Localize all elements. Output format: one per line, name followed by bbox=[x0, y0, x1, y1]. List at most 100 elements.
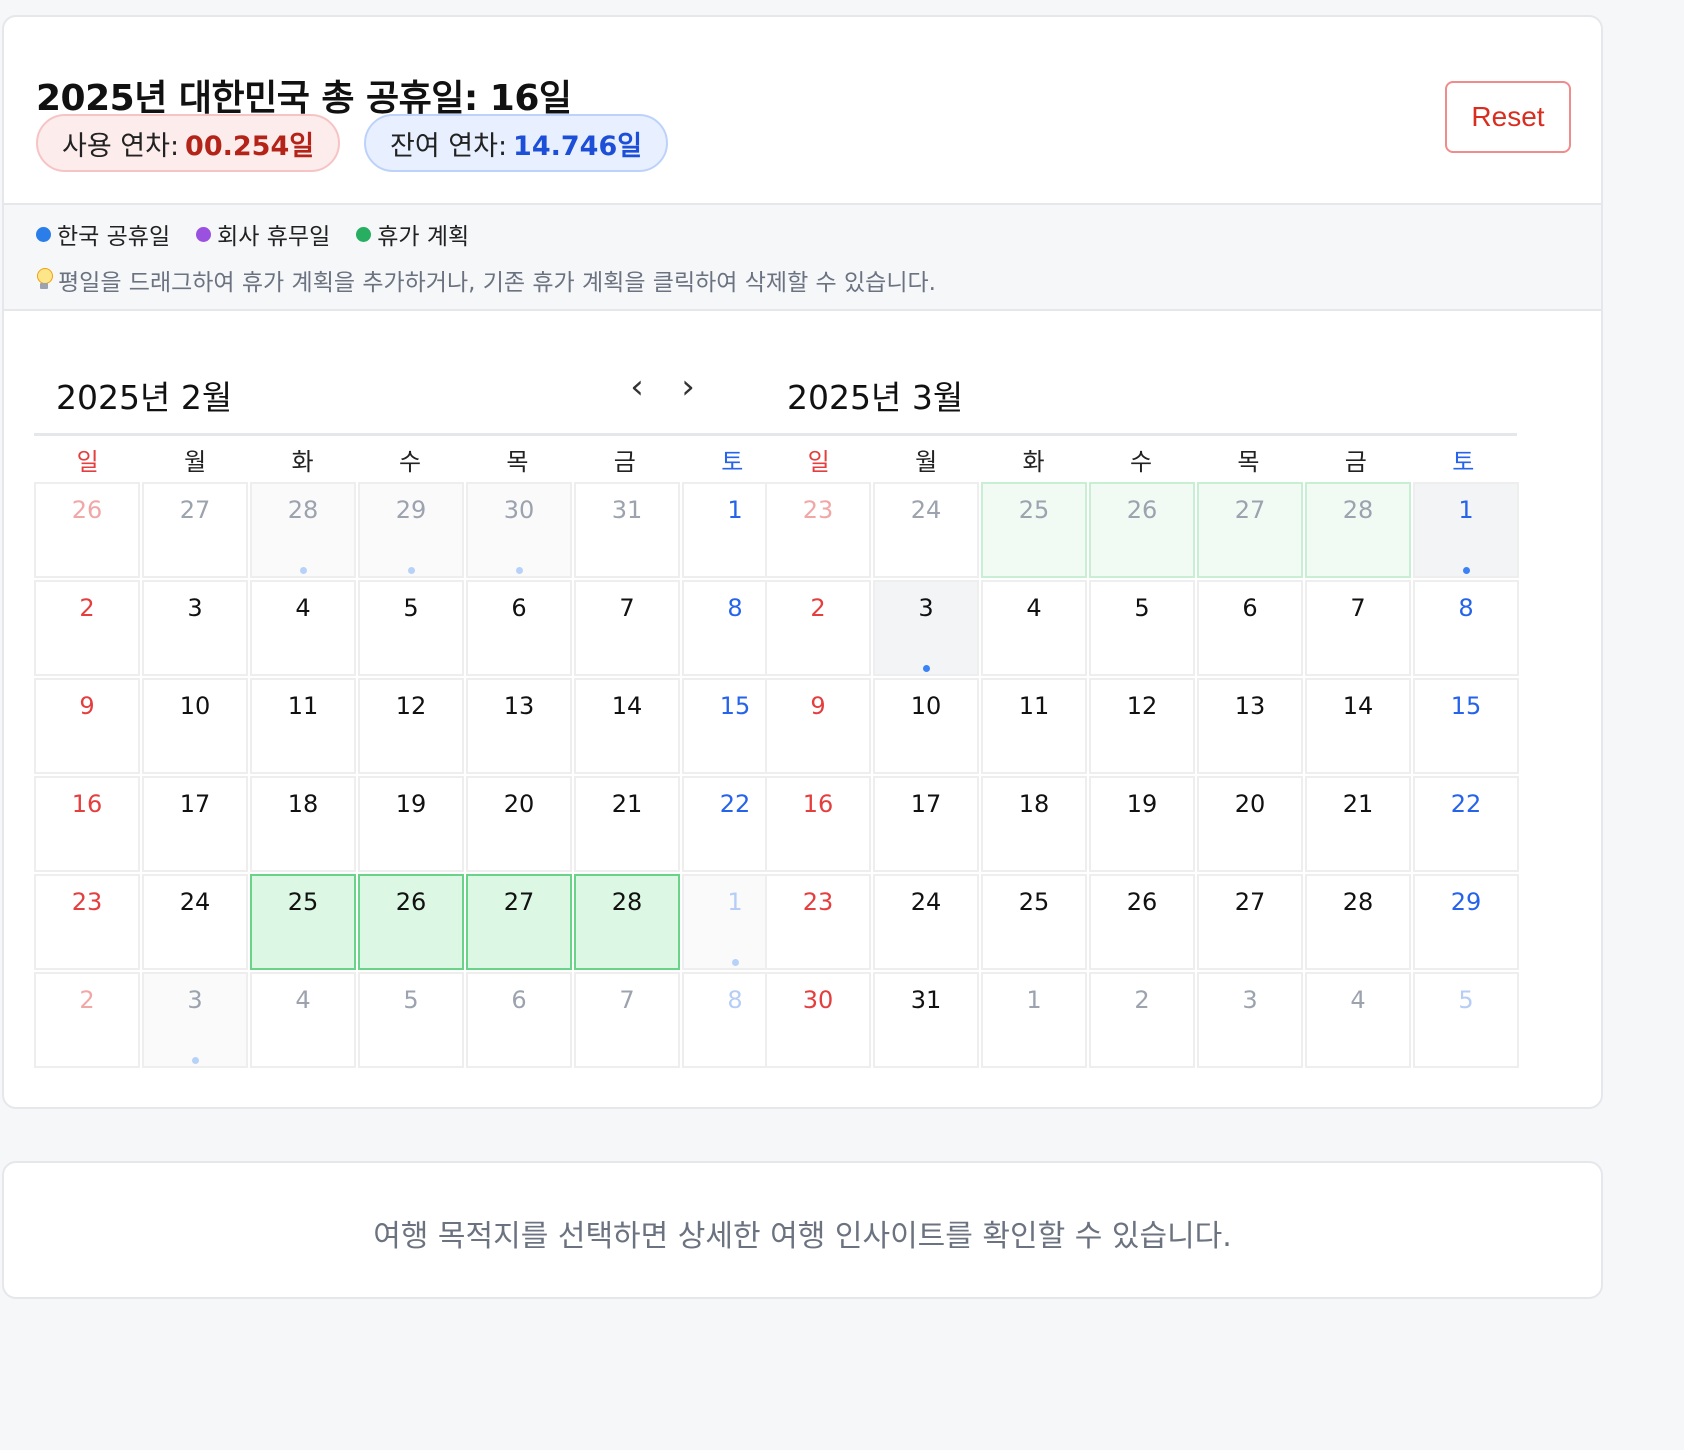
calendar-day-cell[interactable]: 3 bbox=[142, 972, 248, 1068]
day-number: 3 bbox=[918, 594, 934, 622]
calendar-day-cell[interactable]: 14 bbox=[574, 678, 680, 774]
calendar-day-cell[interactable]: 15 bbox=[1413, 678, 1519, 774]
calendar-day-cell[interactable]: 10 bbox=[873, 678, 979, 774]
calendar-day-cell[interactable]: 26 bbox=[358, 874, 464, 970]
day-number: 21 bbox=[611, 790, 643, 818]
calendar-day-cell[interactable]: 1 bbox=[1413, 482, 1519, 578]
calendar-day-cell[interactable]: 5 bbox=[1089, 580, 1195, 676]
calendar-day-cell[interactable]: 9 bbox=[34, 678, 140, 774]
calendar-day-cell[interactable]: 6 bbox=[466, 972, 572, 1068]
day-number: 2 bbox=[1134, 986, 1150, 1014]
calendar-day-cell[interactable]: 31 bbox=[873, 972, 979, 1068]
travel-insight-message: 여행 목적지를 선택하면 상세한 여행 인사이트를 확인할 수 있습니다. bbox=[373, 1219, 1232, 1254]
day-number: 16 bbox=[802, 790, 834, 818]
calendar-day-cell[interactable]: 16 bbox=[34, 776, 140, 872]
calendar-day-cell[interactable]: 11 bbox=[250, 678, 356, 774]
calendar-day-cell[interactable]: 19 bbox=[358, 776, 464, 872]
day-number: 10 bbox=[910, 692, 942, 720]
calendar-day-cell[interactable]: 24 bbox=[142, 874, 248, 970]
calendar-day-cell[interactable]: 4 bbox=[1305, 972, 1411, 1068]
calendar-day-cell[interactable]: 17 bbox=[142, 776, 248, 872]
calendar-day-cell[interactable]: 2 bbox=[1089, 972, 1195, 1068]
calendar-day-cell[interactable]: 5 bbox=[358, 972, 464, 1068]
calendar-day-cell[interactable]: 3 bbox=[873, 580, 979, 676]
weekday-mon: 월 bbox=[184, 447, 207, 476]
calendar-day-cell[interactable]: 4 bbox=[250, 580, 356, 676]
calendar-day-cell[interactable]: 9 bbox=[765, 678, 871, 774]
calendar-day-cell[interactable]: 1 bbox=[981, 972, 1087, 1068]
holiday-dot-icon bbox=[1463, 567, 1470, 574]
calendar-day-cell[interactable]: 21 bbox=[1305, 776, 1411, 872]
calendar-day-cell[interactable]: 26 bbox=[1089, 874, 1195, 970]
calendar-day-cell[interactable]: 20 bbox=[466, 776, 572, 872]
calendar-day-cell[interactable]: 12 bbox=[1089, 678, 1195, 774]
calendar-day-cell[interactable]: 30 bbox=[466, 482, 572, 578]
chevron-right-icon[interactable]: › bbox=[668, 367, 708, 407]
day-number: 9 bbox=[79, 692, 95, 720]
calendar-day-cell[interactable]: 6 bbox=[466, 580, 572, 676]
day-number: 26 bbox=[1126, 496, 1158, 524]
calendar-day-cell[interactable]: 28 bbox=[1305, 482, 1411, 578]
calendar-day-cell[interactable]: 18 bbox=[981, 776, 1087, 872]
calendar-day-cell[interactable]: 5 bbox=[358, 580, 464, 676]
calendar-day-cell[interactable]: 6 bbox=[1197, 580, 1303, 676]
calendar-day-cell[interactable]: 7 bbox=[574, 580, 680, 676]
calendar-day-cell[interactable]: 28 bbox=[1305, 874, 1411, 970]
calendar-day-cell[interactable]: 18 bbox=[250, 776, 356, 872]
calendar-day-cell[interactable]: 5 bbox=[1413, 972, 1519, 1068]
calendar-day-cell[interactable]: 28 bbox=[250, 482, 356, 578]
calendar-day-cell[interactable]: 16 bbox=[765, 776, 871, 872]
calendar-day-cell[interactable]: 21 bbox=[574, 776, 680, 872]
calendar-day-cell[interactable]: 13 bbox=[466, 678, 572, 774]
reset-button[interactable]: Reset bbox=[1445, 81, 1571, 153]
calendar-day-cell[interactable]: 31 bbox=[574, 482, 680, 578]
calendar-day-cell[interactable]: 26 bbox=[1089, 482, 1195, 578]
calendar-day-cell[interactable]: 4 bbox=[981, 580, 1087, 676]
calendar-day-cell[interactable]: 4 bbox=[250, 972, 356, 1068]
calendar-day-cell[interactable]: 27 bbox=[1197, 874, 1303, 970]
calendar-day-cell[interactable]: 27 bbox=[466, 874, 572, 970]
calendar-day-cell[interactable]: 12 bbox=[358, 678, 464, 774]
weekday-sat: 토 bbox=[1452, 447, 1475, 476]
calendar-day-cell[interactable]: 14 bbox=[1305, 678, 1411, 774]
calendar-day-cell[interactable]: 23 bbox=[34, 874, 140, 970]
calendar-day-cell[interactable]: 2 bbox=[34, 972, 140, 1068]
day-number: 4 bbox=[295, 986, 311, 1014]
calendar-day-cell[interactable]: 29 bbox=[1413, 874, 1519, 970]
calendar-day-cell[interactable]: 24 bbox=[873, 482, 979, 578]
calendar-grid: 일 월 화 수 목 금 토 23 24 25 26 27 28 1 2 3 4 5 6 7 8 9 10 11 1… bbox=[765, 433, 1519, 1068]
calendar-day-cell[interactable]: 2 bbox=[765, 580, 871, 676]
calendar-day-cell[interactable]: 23 bbox=[765, 874, 871, 970]
calendar-day-cell[interactable]: 11 bbox=[981, 678, 1087, 774]
day-number: 28 bbox=[1342, 888, 1374, 916]
calendar-day-cell[interactable]: 22 bbox=[1413, 776, 1519, 872]
calendar-day-cell[interactable]: 25 bbox=[250, 874, 356, 970]
chevron-left-icon[interactable]: ‹ bbox=[617, 367, 657, 407]
calendar-day-cell[interactable]: 2 bbox=[34, 580, 140, 676]
calendar-day-cell[interactable]: 10 bbox=[142, 678, 248, 774]
calendar-day-cell[interactable]: 26 bbox=[34, 482, 140, 578]
calendar-day-cell[interactable]: 7 bbox=[574, 972, 680, 1068]
calendar-day-cell[interactable]: 29 bbox=[358, 482, 464, 578]
day-cells: 26 27 28 29 30 31 1 2 3 4 5 6 7 8 9 10 11 12 13 14 15 16 17 18 1… bbox=[34, 482, 788, 1068]
calendar-day-cell[interactable]: 24 bbox=[873, 874, 979, 970]
calendar-day-cell[interactable]: 25 bbox=[981, 482, 1087, 578]
calendar-day-cell[interactable]: 25 bbox=[981, 874, 1087, 970]
calendar-day-cell[interactable]: 27 bbox=[142, 482, 248, 578]
day-number: 24 bbox=[179, 888, 211, 916]
legend-item-vacation-plan: 휴가 계획 bbox=[356, 217, 469, 251]
calendar-day-cell[interactable]: 17 bbox=[873, 776, 979, 872]
day-number: 2 bbox=[79, 986, 95, 1014]
calendar-day-cell[interactable]: 28 bbox=[574, 874, 680, 970]
calendar-day-cell[interactable]: 3 bbox=[142, 580, 248, 676]
calendar-day-cell[interactable]: 8 bbox=[1413, 580, 1519, 676]
calendar-day-cell[interactable]: 20 bbox=[1197, 776, 1303, 872]
calendar-day-cell[interactable]: 27 bbox=[1197, 482, 1303, 578]
calendar-day-cell[interactable]: 23 bbox=[765, 482, 871, 578]
calendar-day-cell[interactable]: 7 bbox=[1305, 580, 1411, 676]
calendar-day-cell[interactable]: 13 bbox=[1197, 678, 1303, 774]
calendar-day-cell[interactable]: 19 bbox=[1089, 776, 1195, 872]
calendar-day-cell[interactable]: 3 bbox=[1197, 972, 1303, 1068]
calendar-day-cell[interactable]: 30 bbox=[765, 972, 871, 1068]
day-number: 5 bbox=[403, 594, 419, 622]
